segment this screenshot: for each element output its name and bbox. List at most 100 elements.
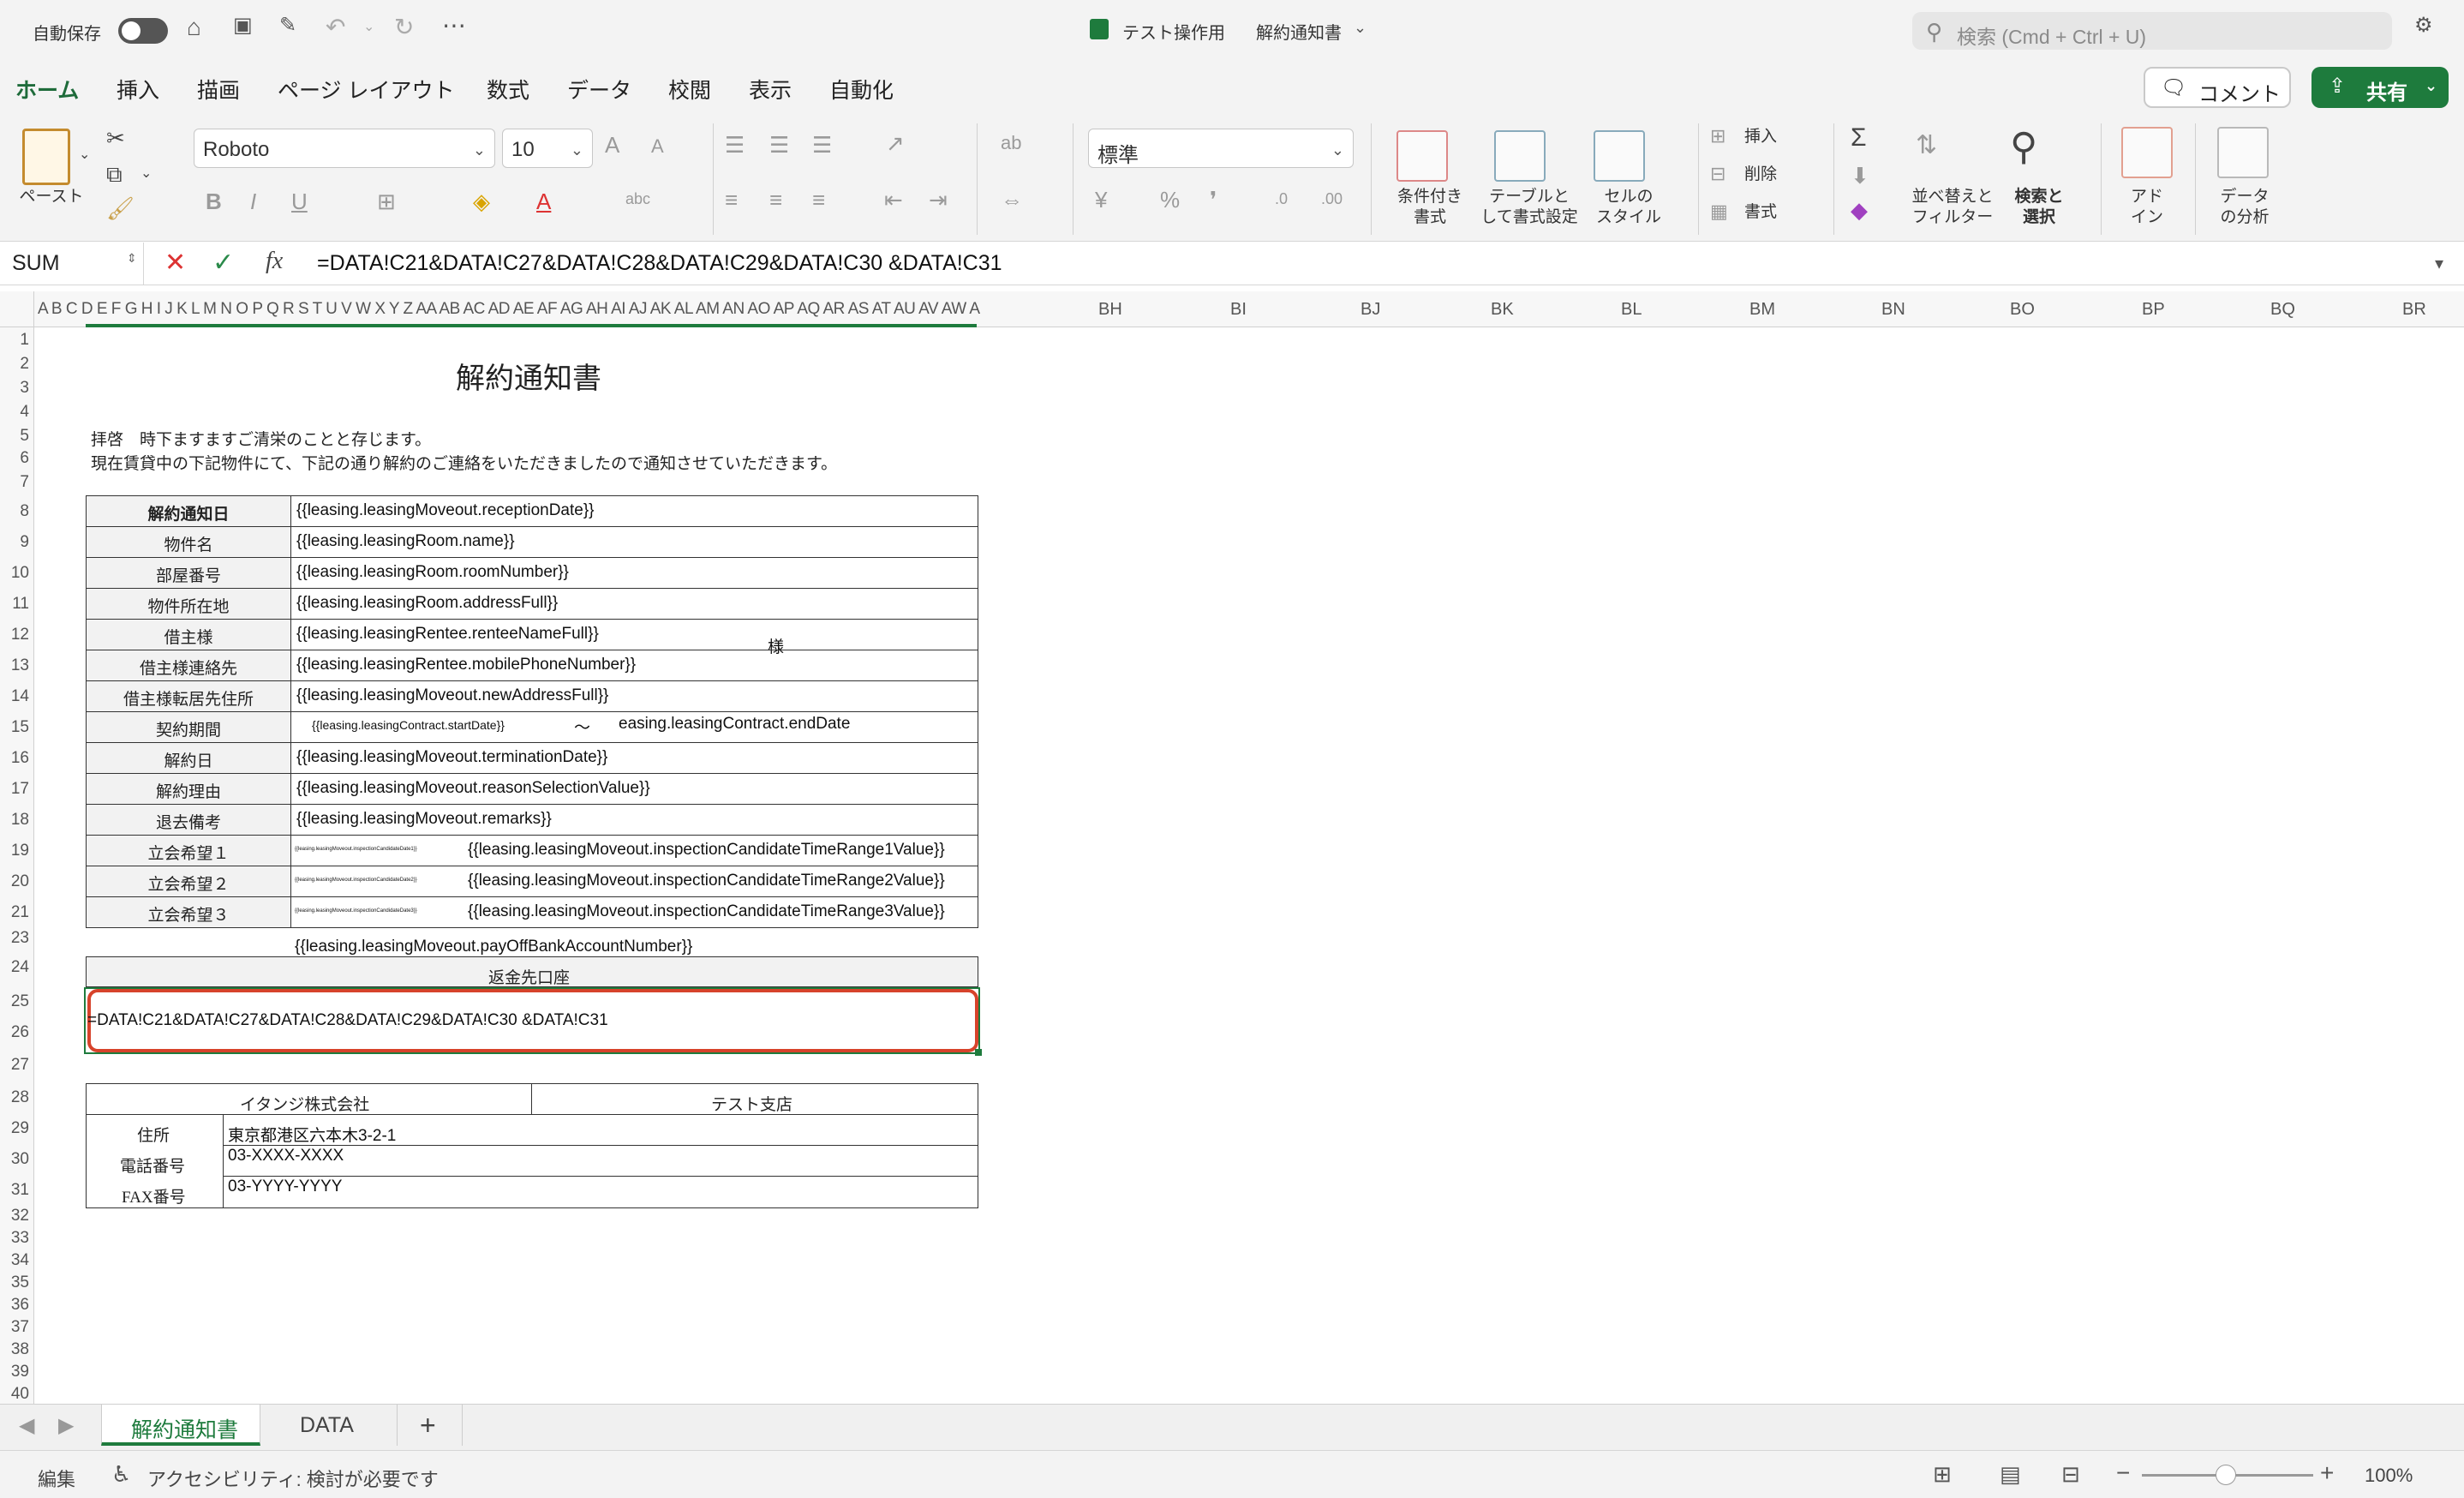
account-settings-icon[interactable]: ⚙ xyxy=(2414,15,2433,36)
save-as-icon[interactable]: ✎ xyxy=(279,15,296,36)
row-header[interactable]: 38 xyxy=(0,1340,29,1359)
underline-icon[interactable]: U xyxy=(291,189,308,215)
table-row-value[interactable]: {{leasing.leasingMoveout.reasonSelection… xyxy=(296,779,650,798)
table-row-value[interactable]: {{leasing.leasingRentee.mobilePhoneNumbe… xyxy=(296,656,636,674)
column-header-bk[interactable]: BK xyxy=(1491,300,1514,320)
increase-font-icon[interactable]: A xyxy=(605,132,619,159)
zoom-level[interactable]: 100% xyxy=(2365,1465,2413,1487)
row-header[interactable]: 35 xyxy=(0,1273,29,1292)
decrease-font-icon[interactable]: A xyxy=(651,135,664,158)
table-row-value[interactable]: {{leasing.leasingMoveout.inspectionCandi… xyxy=(468,872,945,890)
fill-color-icon[interactable]: ◈ xyxy=(473,189,490,215)
accounting-format-icon[interactable]: ¥ xyxy=(1095,187,1107,213)
align-top-icon[interactable]: ☰ xyxy=(725,132,745,159)
page-layout-view-icon[interactable]: ▤ xyxy=(2000,1461,2021,1488)
prev-sheet-icon[interactable]: ◀ xyxy=(19,1413,34,1438)
row-header[interactable]: 19 xyxy=(0,842,29,860)
font-size-select[interactable]: 10 ⌄ xyxy=(502,129,593,168)
column-header-bq[interactable]: BQ xyxy=(2270,300,2295,320)
comma-style-icon[interactable]: ❜ xyxy=(1210,187,1217,213)
undo-icon[interactable]: ↶ xyxy=(326,15,345,39)
tab-automate[interactable]: 自動化 xyxy=(829,74,894,105)
accessibility-icon[interactable]: ♿ xyxy=(111,1461,131,1488)
sheet-tab-notice[interactable]: 解約通知書 xyxy=(101,1405,260,1446)
conditional-format-icon[interactable] xyxy=(1396,130,1448,182)
table-row-value[interactable]: {{leasing.leasingRentee.renteeNameFull}} xyxy=(296,625,599,644)
column-header-bj[interactable]: BJ xyxy=(1361,300,1380,320)
increase-indent-icon[interactable]: ⇥ xyxy=(929,187,948,213)
row-header[interactable]: 21 xyxy=(0,903,29,922)
next-sheet-icon[interactable]: ▶ xyxy=(58,1413,74,1438)
row-header[interactable]: 34 xyxy=(0,1251,29,1270)
table-row-value[interactable]: {{leasing.leasingRoom.name}} xyxy=(296,532,515,551)
undo-dropdown-icon[interactable]: ⌄ xyxy=(363,21,374,34)
comment-button[interactable]: 🗨 コメント xyxy=(2144,67,2291,108)
addins-icon[interactable] xyxy=(2121,127,2173,178)
row-header[interactable]: 5 xyxy=(0,427,29,446)
row-header[interactable]: 4 xyxy=(0,403,29,422)
wrap-text-icon[interactable]: ab xyxy=(1001,132,1021,154)
cancel-icon[interactable]: ✕ xyxy=(164,248,186,278)
tab-draw[interactable]: 描画 xyxy=(197,74,240,105)
share-button[interactable]: ⇪ 共有 ⌄ xyxy=(2311,67,2449,108)
title-chevron-down-icon[interactable]: ⌄ xyxy=(1354,19,1367,37)
zoom-slider-thumb[interactable] xyxy=(2216,1465,2236,1485)
row-header[interactable]: 39 xyxy=(0,1363,29,1381)
row-header[interactable]: 24 xyxy=(0,958,29,977)
copy-dropdown-icon[interactable]: ⌄ xyxy=(141,165,152,182)
column-header-bp[interactable]: BP xyxy=(2142,300,2165,320)
home-icon[interactable]: ⌂ xyxy=(187,15,201,39)
tab-insert[interactable]: 挿入 xyxy=(117,74,159,105)
column-header-bo[interactable]: BO xyxy=(2010,300,2035,320)
row-header[interactable]: 30 xyxy=(0,1150,29,1169)
column-header-bn[interactable]: BN xyxy=(1881,300,1905,320)
share-chevron-icon[interactable]: ⌄ xyxy=(2425,77,2437,95)
copy-icon[interactable]: ⧉ xyxy=(106,161,123,189)
decrease-indent-icon[interactable]: ⇤ xyxy=(884,187,903,213)
increase-decimal-icon[interactable]: .0 xyxy=(1275,190,1288,208)
insert-cells-label[interactable]: 挿入 xyxy=(1744,127,1777,147)
add-sheet-button[interactable]: + xyxy=(398,1405,463,1446)
row-header[interactable]: 16 xyxy=(0,749,29,768)
zoom-in-icon[interactable]: + xyxy=(2320,1459,2334,1487)
tab-view[interactable]: 表示 xyxy=(749,74,792,105)
phonetic-icon[interactable]: abc xyxy=(625,190,650,208)
row-header[interactable]: 29 xyxy=(0,1119,29,1138)
row-header[interactable]: 13 xyxy=(0,656,29,675)
tab-data[interactable]: データ xyxy=(567,74,631,105)
table-row-value[interactable]: {{leasing.leasingMoveout.inspectionCandi… xyxy=(468,902,945,921)
delete-cells-label[interactable]: 削除 xyxy=(1744,165,1777,185)
column-header-br[interactable]: BR xyxy=(2402,300,2426,320)
row-header[interactable]: 37 xyxy=(0,1318,29,1337)
align-bottom-icon[interactable]: ☰ xyxy=(812,132,832,159)
autosave-toggle[interactable] xyxy=(118,18,168,44)
align-center-icon[interactable]: ≡ xyxy=(769,187,782,213)
search-box[interactable]: ⚲ 検索 (Cmd + Ctrl + U) xyxy=(1912,12,2392,50)
cut-icon[interactable]: ✂ xyxy=(106,125,125,152)
sheet-grid[interactable]: 解約通知書 拝啓 時下ますますご清栄のことと存じます。 現在賃貸中の下記物件にて… xyxy=(34,327,2464,1404)
formula-input[interactable]: =DATA!C21&DATA!C27&DATA!C28&DATA!C29&DAT… xyxy=(317,251,1002,276)
align-middle-icon[interactable]: ☰ xyxy=(769,132,789,159)
percent-icon[interactable]: % xyxy=(1160,187,1180,213)
row-header[interactable]: 25 xyxy=(0,992,29,1011)
align-left-icon[interactable]: ≡ xyxy=(725,187,738,213)
autosum-icon[interactable]: Σ xyxy=(1851,123,1867,153)
expand-formula-icon[interactable]: ▾ xyxy=(2435,253,2443,274)
table-row-value[interactable]: {{leasing.leasingRoom.addressFull}} xyxy=(296,594,558,613)
font-name-select[interactable]: Roboto ⌄ xyxy=(194,129,495,168)
number-format-select[interactable]: 標準 ⌄ xyxy=(1088,129,1354,168)
row-header[interactable]: 32 xyxy=(0,1207,29,1225)
row-header[interactable]: 15 xyxy=(0,718,29,737)
save-icon[interactable]: ▣ xyxy=(233,15,253,36)
paste-icon[interactable] xyxy=(22,129,70,185)
italic-icon[interactable]: I xyxy=(250,189,256,215)
column-header-bh[interactable]: BH xyxy=(1098,300,1122,320)
cell-styles-icon[interactable] xyxy=(1594,130,1645,182)
format-cells-label[interactable]: 書式 xyxy=(1744,202,1777,223)
font-color-icon[interactable]: A xyxy=(536,189,551,215)
clear-icon[interactable]: ◆ xyxy=(1851,197,1868,224)
row-header[interactable]: 9 xyxy=(0,533,29,552)
orientation-icon[interactable]: ↗ xyxy=(886,130,905,157)
accessibility-status[interactable]: アクセシビリティ: 検討が必要です xyxy=(147,1465,439,1492)
table-row-value[interactable]: {{leasing.leasingMoveout.receptionDate}} xyxy=(296,501,595,520)
